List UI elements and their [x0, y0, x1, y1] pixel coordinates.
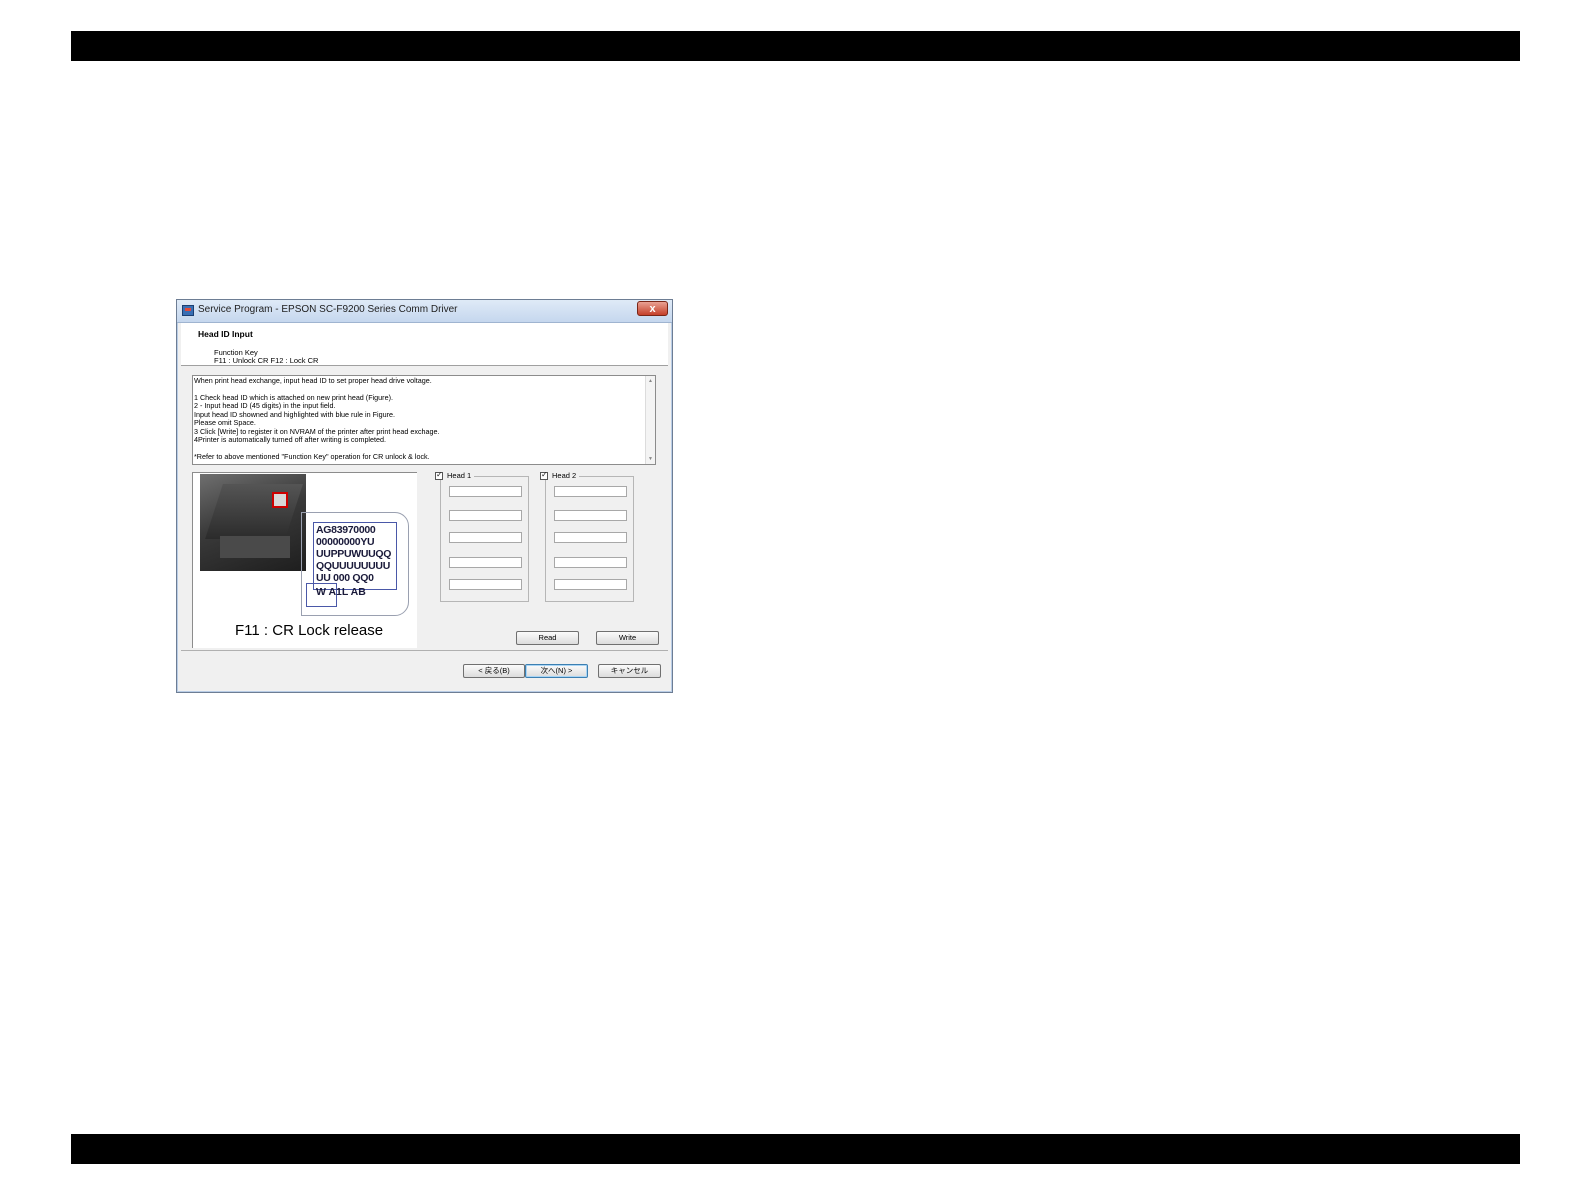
- head2-id-field-1[interactable]: [554, 486, 627, 497]
- instruction-line: 2 - Input head ID (45 digits) in the inp…: [194, 401, 336, 410]
- page-footer-bar: [71, 1134, 1520, 1164]
- head-id-line: 00000000YU: [316, 536, 375, 548]
- head1-id-field-3[interactable]: [449, 532, 522, 543]
- head2-id-field-4[interactable]: [554, 557, 627, 568]
- scroll-down-arrow-icon[interactable]: ▼: [647, 456, 654, 462]
- page-title: Head ID Input: [198, 329, 253, 339]
- head1-label: Head 1: [447, 471, 472, 480]
- wizard-header: Head ID Input Function Key F11 : Unlock …: [181, 323, 668, 366]
- write-button[interactable]: Write: [596, 631, 659, 645]
- head1-id-field-5[interactable]: [449, 579, 522, 590]
- cancel-button[interactable]: キャンセル: [598, 664, 661, 678]
- head-id-figure: AG83970000 00000000YU UUPPUWUUQQ QQUUUUU…: [192, 472, 417, 648]
- back-button[interactable]: < 戻る(B): [463, 664, 525, 678]
- figure-caption: F11 : CR Lock release: [235, 622, 384, 639]
- head1-id-field-4[interactable]: [449, 557, 522, 568]
- close-button[interactable]: x: [637, 301, 668, 316]
- instruction-line: Please omit Space.: [194, 418, 256, 427]
- page-header-bar: [71, 31, 1520, 61]
- head1-checkbox[interactable]: Head 1: [435, 470, 475, 480]
- head1-id-field-1[interactable]: [449, 486, 522, 497]
- head-id-line: UUPPUWUUQQ: [316, 548, 392, 560]
- read-button[interactable]: Read: [516, 631, 579, 645]
- head2-group: Head 2: [540, 470, 634, 602]
- service-program-window: Service Program - EPSON SC-F9200 Series …: [176, 299, 673, 693]
- head1-id-field-2[interactable]: [449, 510, 522, 521]
- instruction-line: *Refer to above mentioned "Function Key"…: [194, 452, 430, 461]
- head-id-last-line: W A1L AB: [316, 586, 366, 598]
- checkbox-checked-icon[interactable]: [435, 470, 443, 480]
- footer-divider: [181, 650, 668, 651]
- instructions-scrollbar[interactable]: ▲ ▼: [645, 376, 655, 464]
- next-button[interactable]: 次へ(N) >: [525, 664, 588, 678]
- head1-group: Head 1: [435, 470, 529, 602]
- scroll-up-arrow-icon[interactable]: ▲: [647, 378, 654, 384]
- head2-checkbox[interactable]: Head 2: [540, 470, 580, 480]
- title-bar[interactable]: Service Program - EPSON SC-F9200 Series …: [177, 300, 672, 323]
- window-title: Service Program - EPSON SC-F9200 Series …: [198, 304, 458, 315]
- head-id-line: QQUUUUUUUU: [316, 560, 390, 572]
- print-head-photo: [200, 474, 306, 571]
- instructions-textbox[interactable]: When print head exchange, input head ID …: [192, 375, 656, 465]
- head-id-line: AG83970000: [316, 524, 376, 536]
- head2-label: Head 2: [552, 471, 577, 480]
- instruction-line: When print head exchange, input head ID …: [194, 376, 432, 385]
- head2-id-field-5[interactable]: [554, 579, 627, 590]
- head2-id-field-3[interactable]: [554, 532, 627, 543]
- instruction-line: 4Printer is automatically turned off aft…: [194, 435, 387, 444]
- app-icon: [182, 305, 194, 316]
- head2-id-field-2[interactable]: [554, 510, 627, 521]
- checkbox-checked-icon[interactable]: [540, 470, 548, 480]
- function-key-description: F11 : Unlock CR F12 : Lock CR: [214, 356, 319, 365]
